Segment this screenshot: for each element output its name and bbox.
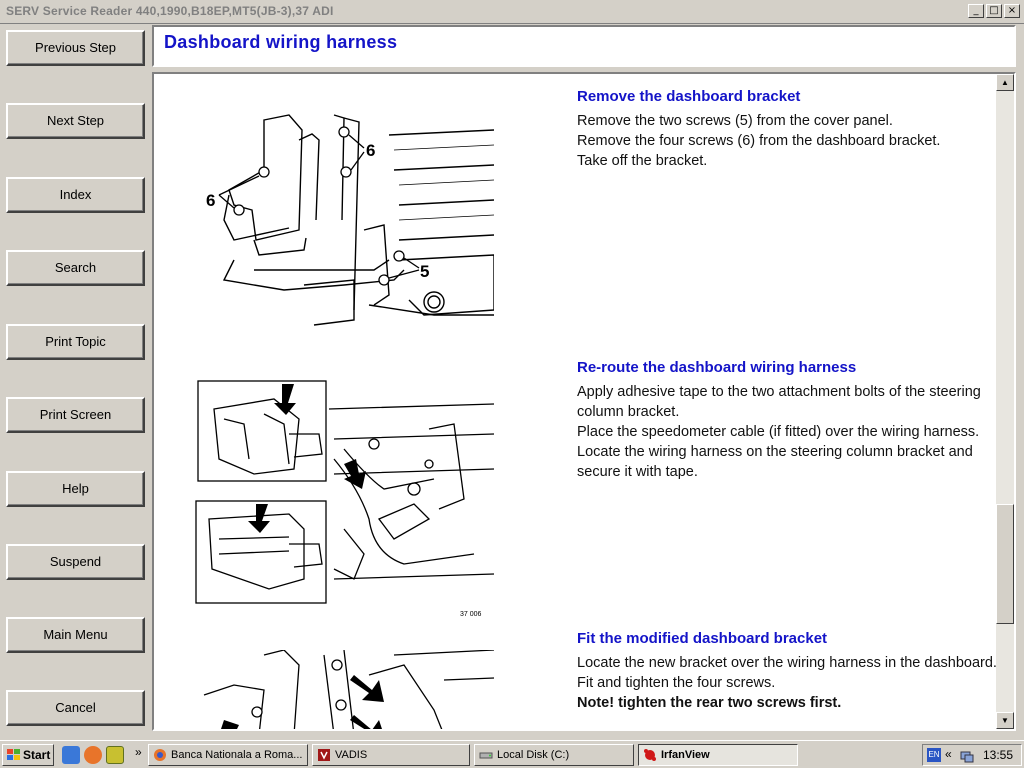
scroll-down-arrow[interactable]: ▼ [996, 712, 1014, 729]
start-button[interactable]: Start [2, 744, 54, 766]
help-button[interactable]: Help [6, 471, 145, 507]
step-heading: Remove the dashboard bracket [577, 88, 801, 105]
step-line: Take off the bracket. [577, 153, 708, 169]
topic-header: Dashboard wiring harness [152, 25, 1016, 67]
close-button[interactable]: × [1004, 4, 1020, 18]
irfanview-icon [644, 749, 656, 761]
main-menu-button[interactable]: Main Menu [6, 617, 145, 653]
print-topic-button[interactable]: Print Topic [6, 324, 145, 360]
app-icon[interactable] [106, 746, 124, 764]
step-fit-bracket: Fit the modified dashboard bracket Locat… [577, 630, 997, 713]
step-reroute-harness: Re-route the dashboard wiring harness Ap… [577, 359, 997, 482]
figure-fit-bracket [203, 650, 494, 729]
task-label: IrfanView [661, 749, 710, 761]
task-vadis[interactable]: VADIS [312, 744, 470, 766]
topic-title: Dashboard wiring harness [164, 32, 398, 52]
callout-label: 6 [366, 141, 375, 160]
scroll-up-arrow[interactable]: ▲ [996, 74, 1014, 91]
system-tray: EN « 13:55 [922, 744, 1022, 766]
figure-reroute-harness: 37 006 [195, 380, 494, 618]
search-button[interactable]: Search [6, 250, 145, 286]
windows-logo-icon [7, 749, 20, 760]
step-heading: Fit the modified dashboard bracket [577, 630, 828, 647]
task-banca[interactable]: Banca Nationala a Roma... [148, 744, 308, 766]
step-note: Note! tighten the rear two screws first. [577, 695, 842, 711]
step-line: Locate the wiring harness on the steerin… [577, 444, 973, 480]
maximize-button[interactable]: □ [986, 4, 1002, 18]
content-pane[interactable]: 6 6 5 Remove the dashboard bracket Remov… [152, 72, 1016, 731]
cancel-button[interactable]: Cancel [6, 690, 145, 726]
show-desktop-icon[interactable] [62, 746, 80, 764]
print-screen-button[interactable]: Print Screen [6, 397, 145, 433]
step-line: Locate the new bracket over the wiring h… [577, 655, 997, 671]
figure-code: 37 006 [460, 611, 482, 618]
window-title: SERV Service Reader 440,1990,B18EP,MT5(J… [6, 4, 334, 18]
window-titlebar: SERV Service Reader 440,1990,B18EP,MT5(J… [0, 0, 1024, 24]
window-controls: _ □ × [968, 4, 1020, 18]
step-line: Remove the two screws (5) from the cover… [577, 113, 893, 129]
disk-icon [479, 752, 493, 759]
scroll-thumb[interactable] [996, 504, 1014, 624]
index-button[interactable]: Index [6, 177, 145, 213]
previous-step-button[interactable]: Previous Step [6, 30, 145, 66]
step-line: Remove the four screws (6) from the dash… [577, 133, 941, 149]
step-remove-bracket: Remove the dashboard bracket Remove the … [577, 88, 997, 171]
tray-expand-icon[interactable]: « [945, 747, 952, 761]
clock: 13:55 [982, 748, 1013, 762]
firefox-icon[interactable] [84, 746, 102, 764]
language-indicator[interactable]: EN [927, 748, 941, 762]
network-icon[interactable] [959, 748, 975, 764]
next-step-button[interactable]: Next Step [6, 103, 145, 139]
start-label: Start [23, 748, 51, 762]
vadis-icon [318, 749, 330, 761]
minimize-button[interactable]: _ [968, 4, 984, 18]
task-label: Local Disk (C:) [497, 749, 570, 761]
callout-label: 6 [206, 191, 215, 210]
suspend-button[interactable]: Suspend [6, 544, 145, 580]
task-irfanview[interactable]: IrfanView [638, 744, 798, 766]
task-label: VADIS [335, 749, 368, 761]
chevron-right-icon[interactable]: » [135, 745, 142, 759]
vertical-scrollbar[interactable]: ▲ ▼ [996, 74, 1014, 729]
callout-label: 5 [420, 262, 429, 281]
taskbar: Start » Banca Nationala a Roma... VADIS … [0, 740, 1024, 768]
task-label: Banca Nationala a Roma... [171, 749, 303, 761]
step-heading: Re-route the dashboard wiring harness [577, 359, 857, 376]
figure-remove-bracket: 6 6 5 [206, 114, 494, 326]
task-local-disk[interactable]: Local Disk (C:) [474, 744, 634, 766]
browser-icon [154, 749, 166, 761]
step-line: Fit and tighten the four screws. [577, 675, 776, 691]
step-line: Place the speedometer cable (if fitted) … [577, 424, 980, 440]
step-line: Apply adhesive tape to the two attachmen… [577, 384, 981, 420]
